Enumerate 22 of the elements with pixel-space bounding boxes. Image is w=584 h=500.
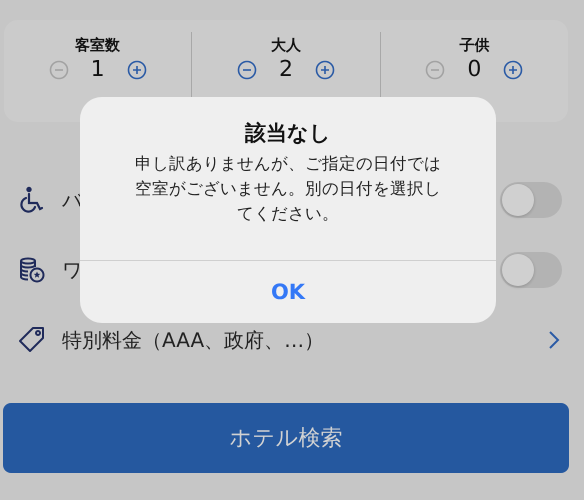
tag-icon (18, 326, 46, 354)
stepper-label: 大人 (270, 36, 301, 55)
plus-icon[interactable] (314, 60, 335, 80)
coins-icon (18, 256, 46, 284)
alert-message: 申し訳ありませんが、ご指定の日付では空室がございません。別の日付を選択してください。 (134, 153, 442, 225)
minus-icon[interactable] (236, 60, 257, 80)
chevron-icon[interactable] (548, 330, 560, 350)
option-label: 特別料金（AAA、政府、…） (62, 326, 326, 354)
plus-icon[interactable] (126, 60, 147, 80)
toggle-switch[interactable] (500, 182, 562, 218)
stepper-label: 客室数 (75, 36, 120, 55)
option-label: ワ (62, 256, 83, 284)
toggle-switch[interactable] (500, 252, 562, 288)
plus-icon[interactable] (503, 60, 524, 80)
ok-button[interactable]: OK (80, 261, 496, 323)
search-hotels-button[interactable]: ホテル検索 (3, 403, 569, 473)
stepper-value: 2 (278, 57, 293, 83)
alert-title: 該当なし (245, 120, 331, 147)
stepper-value: 0 (467, 57, 482, 83)
stepper-label: 子供 (459, 36, 490, 55)
wheelchair-icon (18, 186, 46, 214)
stepper-value: 1 (90, 57, 105, 83)
